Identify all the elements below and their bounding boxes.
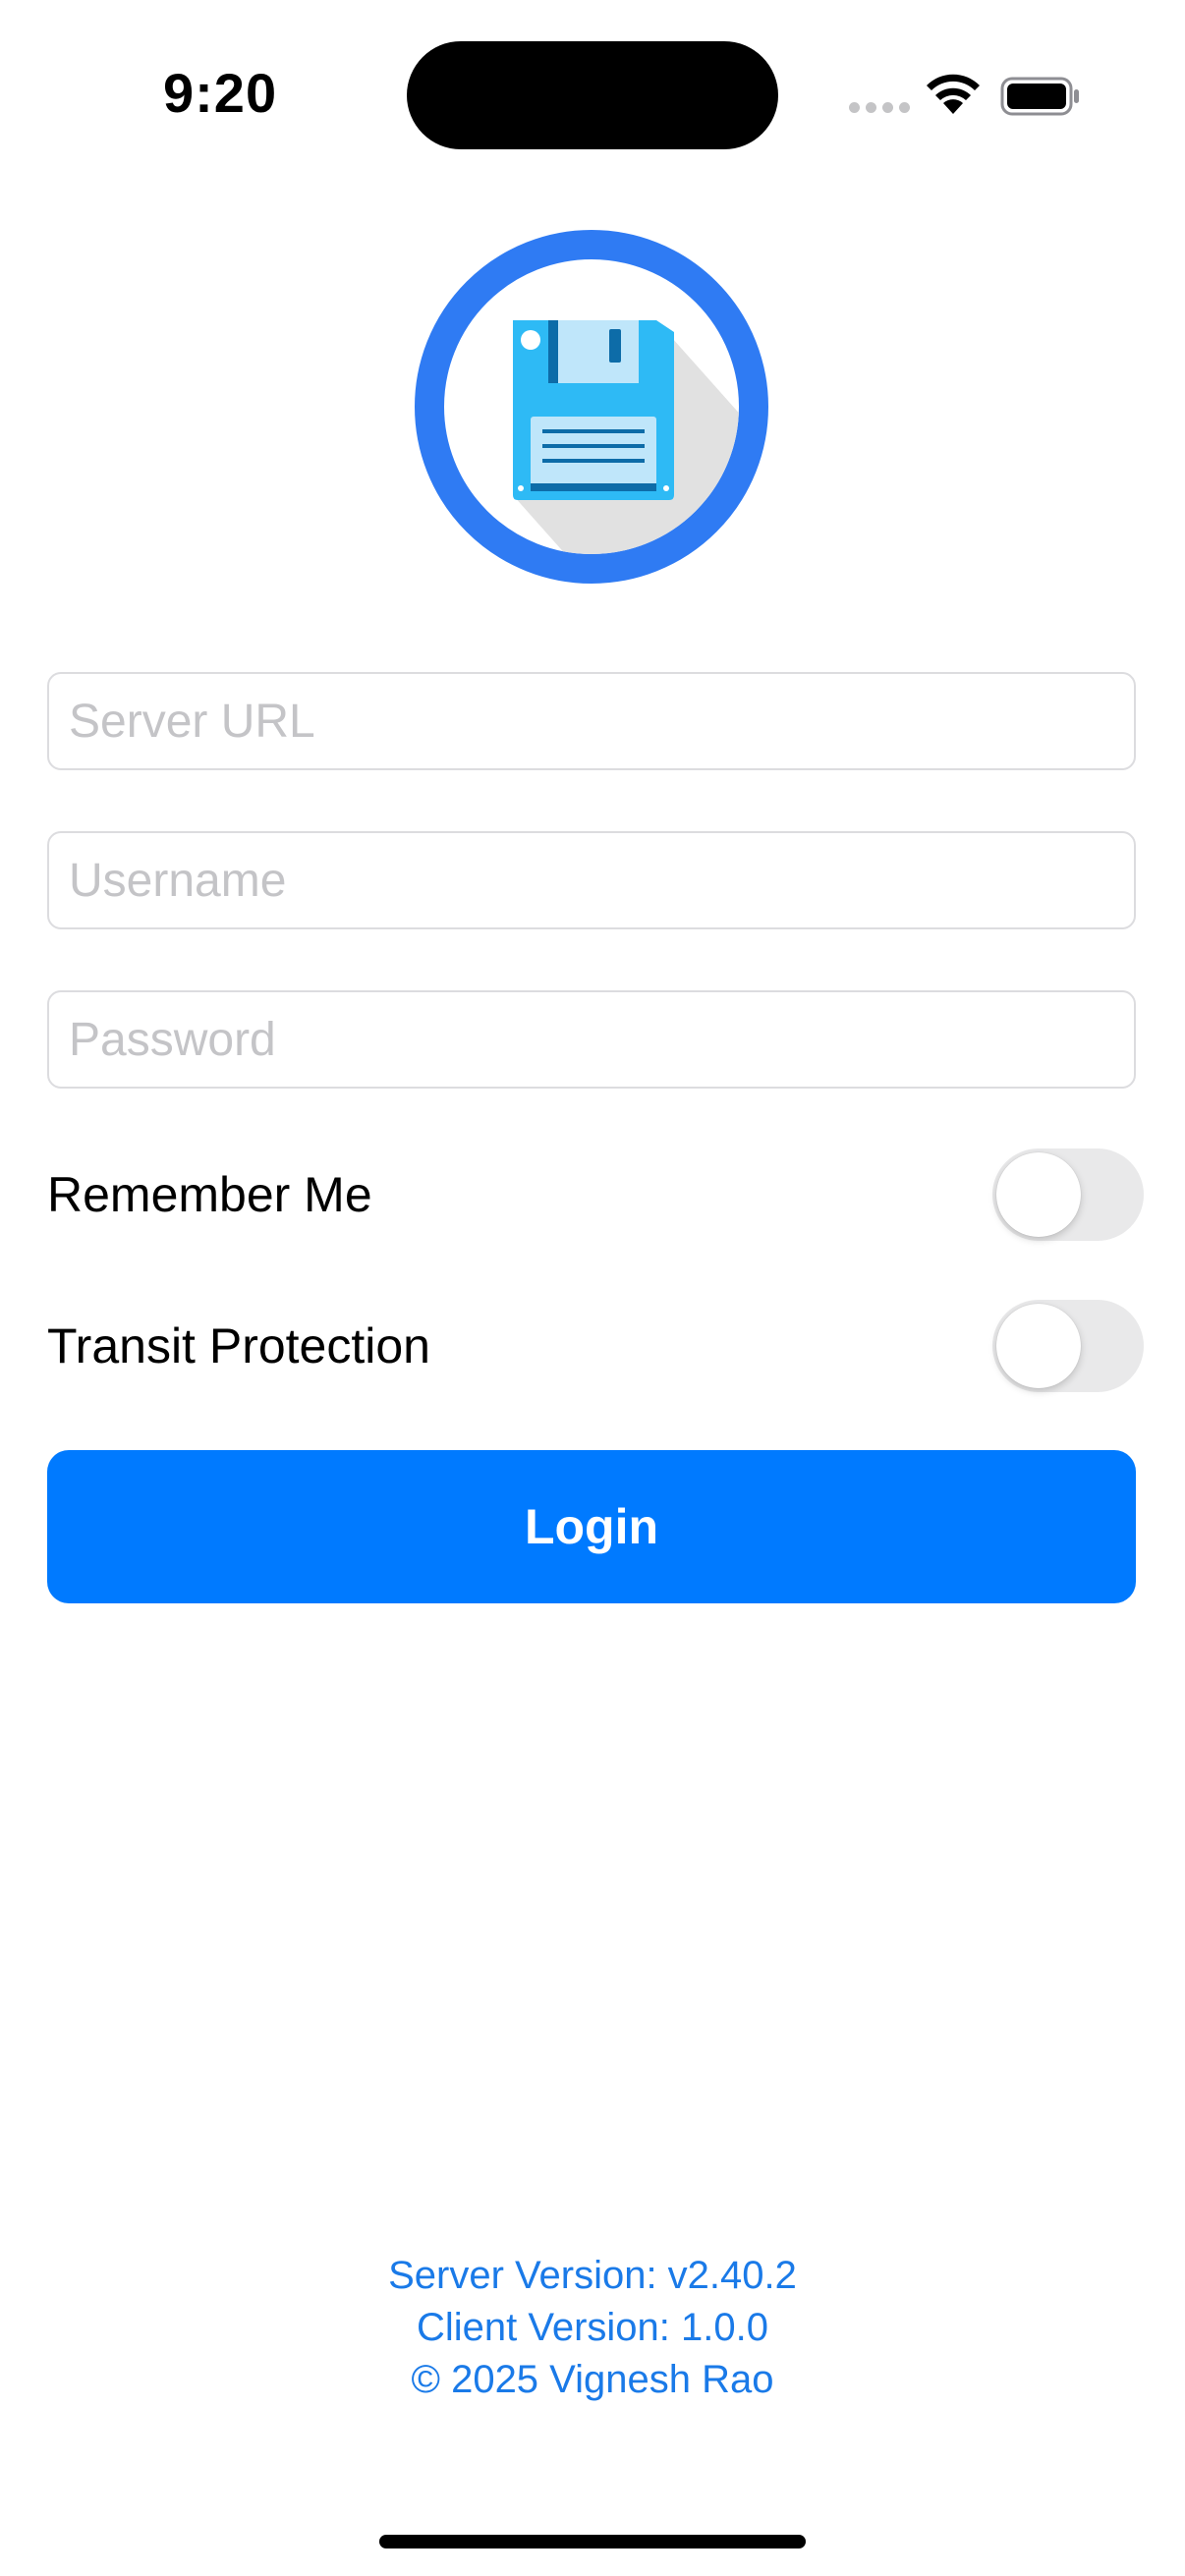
transit-protection-row: Transit Protection <box>47 1299 1144 1393</box>
wifi-icon <box>927 74 980 114</box>
login-button[interactable]: Login <box>47 1450 1136 1603</box>
toggle-knob <box>996 1304 1081 1388</box>
toggle-knob <box>996 1152 1081 1237</box>
client-version-text: Client Version: 1.0.0 <box>417 2306 768 2349</box>
server-version-text: Server Version: v2.40.2 <box>388 2254 797 2297</box>
copyright-text: © 2025 Vignesh Rao <box>411 2358 774 2401</box>
home-indicator <box>379 2535 806 2548</box>
remember-me-toggle[interactable] <box>992 1148 1144 1241</box>
transit-protection-toggle[interactable] <box>992 1300 1144 1392</box>
floppy-disk-logo-icon <box>415 230 768 584</box>
cellular-signal-icon <box>849 102 910 113</box>
remember-me-label: Remember Me <box>47 1167 372 1222</box>
password-input[interactable] <box>47 990 1136 1089</box>
remember-me-row: Remember Me <box>47 1148 1144 1242</box>
version-footer: Server Version: v2.40.2 Client Version: … <box>0 2250 1185 2406</box>
username-input[interactable] <box>47 831 1136 929</box>
battery-icon <box>1000 77 1079 116</box>
transit-protection-label: Transit Protection <box>47 1318 430 1373</box>
dynamic-island <box>407 41 778 149</box>
status-time: 9:20 <box>163 62 278 124</box>
server-url-input[interactable] <box>47 672 1136 770</box>
